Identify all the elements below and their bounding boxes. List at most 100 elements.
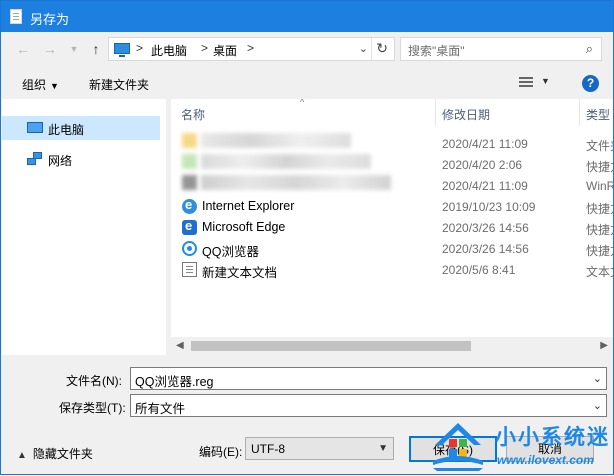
filename-value: QQ浏览器.reg	[135, 375, 214, 389]
file-date: 2020/4/21 11:09	[442, 137, 528, 151]
scroll-right-icon[interactable]: ▶	[600, 340, 608, 351]
ie-icon	[182, 197, 197, 214]
sidebar-item-this-pc[interactable]: 此电脑	[2, 116, 160, 140]
folder-icon	[182, 133, 197, 148]
watermark-logo-icon	[433, 423, 483, 471]
file-name: Internet Explorer	[202, 199, 295, 213]
new-folder-button[interactable]: 新建文件夹	[89, 76, 149, 93]
sidebar-item-network[interactable]: 网络	[2, 147, 160, 171]
file-type: 快捷方式	[586, 160, 613, 174]
file-name: 新建文本文档	[202, 266, 278, 280]
sidebar-item-label: 此电脑	[48, 123, 85, 137]
watermark-title: 小小系统迷	[495, 425, 610, 449]
scroll-left-icon[interactable]: ◀	[176, 340, 184, 351]
up-arrow-icon[interactable]: ↑	[87, 40, 105, 58]
shortcut-icon	[182, 154, 197, 169]
column-type[interactable]: 类型	[586, 106, 610, 123]
breadcrumb-desktop[interactable]: 桌面	[213, 42, 237, 59]
file-date: 2020/4/21 11:09	[442, 179, 528, 193]
filename-label: 文件名(N):	[66, 374, 122, 388]
chevron-down-icon: ▼	[378, 443, 388, 454]
file-name: Microsoft Edge	[202, 220, 286, 234]
file-date: 2020/3/26 14:56	[442, 221, 529, 235]
filetype-label: 保存类型(T):	[59, 401, 126, 415]
forward-arrow-icon[interactable]: →	[41, 40, 59, 58]
navigation-bar: ← → ▼ ↑ > 此电脑 > 桌面 > ⌄ ↻ 搜索"桌面" ⌕	[1, 32, 613, 68]
back-arrow-icon[interactable]: ←	[14, 40, 32, 58]
organize-button[interactable]: 组织 ▼	[22, 76, 59, 93]
blurred-file-name	[201, 154, 371, 169]
filetype-select[interactable]: 所有文件 ⌄	[130, 394, 607, 417]
archive-icon	[182, 175, 197, 190]
file-row[interactable]: 2020/4/21 11:09 WinRAR	[171, 175, 613, 196]
encoding-value: UTF-8	[251, 442, 285, 456]
column-header: ^ 名称 修改日期 类型	[171, 99, 613, 126]
computer-icon	[114, 43, 130, 57]
computer-icon	[27, 122, 43, 133]
search-placeholder: 搜索"桌面"	[408, 44, 465, 58]
filetype-value: 所有文件	[135, 402, 186, 416]
horizontal-scrollbar[interactable]: ◀ ▶	[171, 337, 613, 355]
file-date: 2020/5/6 8:41	[442, 263, 516, 277]
file-row[interactable]: 2020/4/21 11:09 文件夹	[171, 133, 613, 154]
encoding-label: 编码(E):	[199, 445, 243, 459]
blurred-file-name	[201, 175, 391, 190]
save-as-dialog: 另存为 ← → ▼ ↑ > 此电脑 > 桌面 > ⌄ ↻ 搜索"桌面" ⌕ 组织…	[0, 0, 614, 475]
breadcrumb-separator: >	[201, 41, 209, 55]
sidebar-item-label: 网络	[48, 154, 73, 168]
address-bar[interactable]: > 此电脑 > 桌面 > ⌄ ↻	[108, 37, 395, 61]
organize-label: 组织	[22, 78, 47, 92]
search-icon[interactable]: ⌕	[586, 41, 593, 57]
window-title: 另存为	[30, 12, 70, 27]
sort-ascending-icon: ^	[300, 99, 305, 107]
search-box[interactable]: 搜索"桌面" ⌕	[400, 37, 602, 61]
chevron-down-icon[interactable]: ⌄	[593, 399, 602, 412]
hide-folders-button[interactable]: ▲ 隐藏文件夹	[17, 445, 93, 462]
chevron-up-icon: ▲	[17, 450, 27, 461]
command-toolbar: 组织 ▼ 新建文件夹 ▼ ?	[1, 68, 613, 99]
qq-browser-icon	[182, 241, 197, 256]
breadcrumb-this-pc[interactable]: 此电脑	[151, 42, 187, 59]
chevron-down-icon[interactable]: ▼	[65, 40, 83, 58]
file-row[interactable]: 2020/4/20 2:06 快捷方式	[171, 154, 613, 175]
title-bar[interactable]: 另存为	[1, 1, 613, 32]
file-list: ^ 名称 修改日期 类型 2020/4/21 11:09 文件夹 2020/4/…	[171, 99, 613, 355]
column-date[interactable]: 修改日期	[442, 106, 490, 123]
file-name: QQ浏览器	[202, 245, 259, 259]
file-row[interactable]: Internet Explorer 2019/10/23 10:09 快捷方式	[171, 196, 613, 217]
encoding-select[interactable]: UTF-8 ▼	[245, 437, 394, 460]
file-date: 2020/4/20 2:06	[442, 158, 523, 172]
file-type: 文本文档	[586, 265, 613, 279]
file-row[interactable]: 新建文本文档 2020/5/6 8:41 文本文档	[171, 259, 613, 280]
file-type: 快捷方式	[586, 202, 613, 216]
file-type: 文件夹	[586, 139, 613, 153]
file-date: 2019/10/23 10:09	[442, 200, 536, 214]
address-history-chevron-icon[interactable]: ⌄	[359, 42, 368, 55]
watermark: 小小系统迷 www.ilovext.com	[417, 417, 614, 476]
column-name[interactable]: 名称	[181, 106, 205, 123]
chevron-down-icon[interactable]: ⌄	[593, 372, 602, 385]
navigation-pane: 此电脑 网络	[2, 99, 166, 355]
scrollbar-thumb[interactable]	[191, 341, 471, 351]
file-date: 2020/3/26 14:56	[442, 242, 529, 256]
view-caret-icon[interactable]: ▼	[541, 76, 550, 86]
file-type: 快捷方式	[586, 244, 613, 258]
breadcrumb-separator: >	[247, 41, 255, 55]
breadcrumb-separator: >	[136, 41, 144, 55]
watermark-url: www.ilovext.com	[497, 453, 594, 467]
filename-input[interactable]: QQ浏览器.reg ⌄	[130, 367, 607, 390]
blurred-file-name	[201, 133, 351, 148]
hide-folders-label: 隐藏文件夹	[32, 447, 93, 461]
caret-down-icon: ▼	[50, 81, 59, 91]
view-options-icon[interactable]	[519, 77, 533, 89]
edge-icon	[182, 218, 197, 235]
file-row[interactable]: QQ浏览器 2020/3/26 14:56 快捷方式	[171, 238, 613, 259]
file-row[interactable]: Microsoft Edge 2020/3/26 14:56 快捷方式	[171, 217, 613, 238]
network-icon	[27, 152, 43, 166]
file-type: 快捷方式	[586, 223, 613, 237]
file-type: WinRAR	[586, 179, 613, 193]
refresh-icon[interactable]: ↻	[376, 40, 388, 57]
help-icon[interactable]: ?	[582, 75, 599, 92]
text-file-icon	[182, 262, 197, 277]
notepad-icon	[10, 9, 22, 24]
